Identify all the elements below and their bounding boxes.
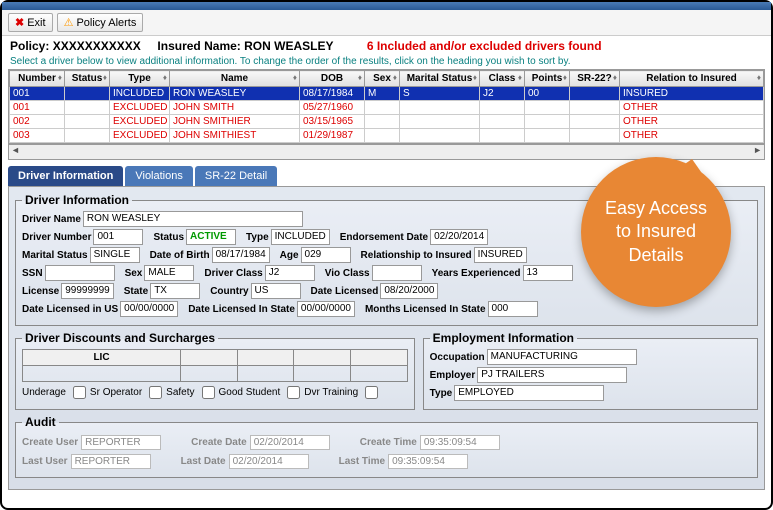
driver-name-field[interactable]: RON WEASLEY — [83, 211, 303, 227]
audit-fieldset: Audit Create UserREPORTER Create Date02/… — [15, 415, 758, 478]
exit-icon: ✖ — [15, 16, 24, 29]
col-name[interactable]: Name — [170, 71, 300, 87]
driver-type-field[interactable]: INCLUDED — [271, 229, 330, 245]
grid-header-row: NumberStatusTypeNameDOBSexMarital Status… — [10, 71, 764, 87]
surcharge-col-lic[interactable]: LIC — [23, 350, 181, 366]
col-class[interactable]: Class — [480, 71, 525, 87]
col-marital-status[interactable]: Marital Status — [400, 71, 480, 87]
table-row[interactable]: 001EXCLUDEDJOHN SMITH05/27/1960OTHER — [10, 101, 764, 115]
employment-legend: Employment Information — [430, 331, 577, 345]
col-type[interactable]: Type — [110, 71, 170, 87]
check-label: Good Student — [219, 387, 281, 398]
date-licensed-field[interactable]: 08/20/2000 — [380, 283, 438, 299]
license-field[interactable]: 99999999 — [61, 283, 114, 299]
col-points[interactable]: Points — [525, 71, 570, 87]
callout-bubble: Easy Access to Insured Details — [581, 157, 731, 307]
tab-sr-22-detail[interactable]: SR-22 Detail — [195, 166, 277, 186]
check-sr-operator[interactable] — [149, 386, 162, 399]
age-field[interactable]: 029 — [301, 247, 351, 263]
check-underage[interactable] — [73, 386, 86, 399]
callout-text: Easy Access to Insured Details — [596, 197, 716, 267]
table-row[interactable]: 003EXCLUDEDJOHN SMITHIEST01/29/1987OTHER — [10, 129, 764, 143]
surcharges-table: LIC — [22, 349, 408, 382]
surcharges-fieldset: Driver Discounts and Surcharges LIC Unde… — [15, 331, 415, 410]
employment-type-field[interactable]: EMPLOYED — [454, 385, 604, 401]
tab-driver-information[interactable]: Driver Information — [8, 166, 123, 186]
audit-legend: Audit — [22, 415, 59, 429]
ssn-field[interactable] — [45, 265, 115, 281]
check-label: Safety — [166, 387, 194, 398]
col-status[interactable]: Status — [65, 71, 110, 87]
table-row[interactable]: 001INCLUDEDRON WEASLEY08/17/1984MSJ200IN… — [10, 87, 764, 101]
policy-alerts-button[interactable]: ⚠Policy Alerts — [57, 13, 144, 32]
relationship-field[interactable]: INSURED — [474, 247, 527, 263]
table-row[interactable]: 002EXCLUDEDJOHN SMITHIER03/15/1965OTHER — [10, 115, 764, 129]
last-date-field: 02/20/2014 — [229, 454, 309, 469]
insured-label: Insured Name: — [157, 39, 240, 53]
policy-label: Policy: — [10, 39, 49, 53]
years-exp-field[interactable]: 13 — [523, 265, 573, 281]
col-relation-to-insured[interactable]: Relation to Insured — [620, 71, 764, 87]
check-good-student[interactable] — [287, 386, 300, 399]
endorsement-date-field[interactable]: 02/20/2014 — [430, 229, 488, 245]
country-field[interactable]: US — [251, 283, 301, 299]
drivers-found-msg: 6 Included and/or excluded drivers found — [367, 39, 602, 53]
discount-checks: Underage Sr Operator Safety Good Student Dvr… — [22, 386, 408, 399]
driver-class-field[interactable]: J2 — [265, 265, 315, 281]
alerts-label: Policy Alerts — [76, 17, 136, 29]
col-sr-22-[interactable]: SR-22? — [570, 71, 620, 87]
marital-status-field[interactable]: SINGLE — [90, 247, 140, 263]
last-time-field: 09:35:09:54 — [388, 454, 468, 469]
toolbar: ✖Exit ⚠Policy Alerts — [2, 10, 771, 36]
grid-hint: Select a driver below to view additional… — [2, 56, 771, 69]
check-label: Underage — [22, 387, 66, 398]
check-label: Dvr Training — [304, 387, 358, 398]
surcharges-legend: Driver Discounts and Surcharges — [22, 331, 218, 345]
insured-name: RON WEASLEY — [244, 39, 333, 53]
policy-number: XXXXXXXXXXX — [53, 39, 141, 53]
employer-field[interactable]: PJ TRAILERS — [477, 367, 627, 383]
window-titlebar — [2, 2, 771, 10]
policy-header: Policy: XXXXXXXXXXX Insured Name: RON WE… — [2, 36, 771, 56]
driver-number-field[interactable]: 001 — [93, 229, 143, 245]
occupation-field[interactable]: MANUFACTURING — [487, 349, 637, 365]
driver-status-field[interactable]: ACTIVE — [186, 229, 236, 245]
create-date-field: 02/20/2014 — [250, 435, 330, 450]
check-label: Sr Operator — [90, 387, 142, 398]
date-licensed-state-field[interactable]: 00/00/0000 — [297, 301, 355, 317]
col-number[interactable]: Number — [10, 71, 65, 87]
drivers-grid[interactable]: NumberStatusTypeNameDOBSexMarital Status… — [8, 69, 765, 144]
sex-field[interactable]: MALE — [144, 265, 194, 281]
col-sex[interactable]: Sex — [365, 71, 400, 87]
dob-field[interactable]: 08/17/1984 — [212, 247, 270, 263]
create-user-field: REPORTER — [81, 435, 161, 450]
months-licensed-state-field[interactable]: 000 — [488, 301, 538, 317]
col-dob[interactable]: DOB — [300, 71, 365, 87]
employment-fieldset: Employment Information OccupationMANUFAC… — [423, 331, 758, 410]
create-time-field: 09:35:09:54 — [420, 435, 500, 450]
exit-button[interactable]: ✖Exit — [8, 13, 53, 32]
last-user-field: REPORTER — [71, 454, 151, 469]
exit-label: Exit — [27, 17, 45, 29]
tab-violations[interactable]: Violations — [125, 166, 193, 186]
vio-class-field[interactable] — [372, 265, 422, 281]
state-field[interactable]: TX — [150, 283, 200, 299]
warning-icon: ⚠ — [64, 16, 74, 29]
driver-info-legend: Driver Information — [22, 193, 132, 207]
date-licensed-us-field[interactable]: 00/00/0000 — [120, 301, 178, 317]
check-safety[interactable] — [202, 386, 215, 399]
check-dvr-training[interactable] — [365, 386, 378, 399]
